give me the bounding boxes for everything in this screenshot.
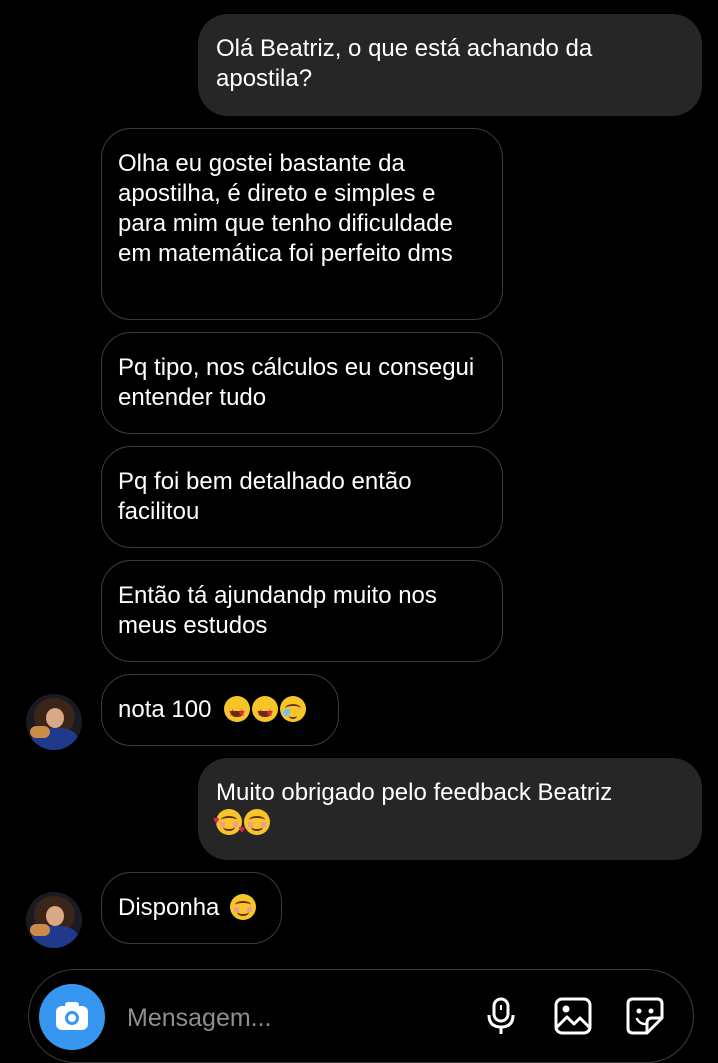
microphone-icon[interactable] [481,996,521,1036]
message-text: Disponha [118,894,220,921]
sticker-icon[interactable] [625,996,665,1036]
message-composer [28,969,694,1063]
message-bubble-received[interactable]: Disponha [101,872,282,944]
message-text: nota 100 [118,696,212,723]
message-bubble-received[interactable]: Pq foi bem detalhado então facilitou [101,446,503,548]
message-text: Pq tipo, nos cálculos eu consegui entend… [118,354,475,411]
message-bubble-received[interactable]: Olha eu gostei bastante da apostilha, é … [101,128,503,320]
holding-back-tears-emoji [280,696,307,722]
message-bubble-received[interactable]: Pq tipo, nos cálculos eu consegui entend… [101,332,503,434]
contact-avatar[interactable] [26,694,82,750]
message-bubble-received[interactable]: Então tá ajundandp muito nos meus estudo… [101,560,503,662]
message-bubble-sent[interactable]: Muito obrigado pelo feedback Beatriz [198,758,702,860]
camera-button[interactable] [39,984,105,1050]
message-text: Olá Beatriz, o que está achando da apost… [216,35,593,92]
contact-avatar[interactable] [26,892,82,948]
smiling-face-emoji [244,809,270,835]
message-bubble-received[interactable]: nota 100 [101,674,339,746]
message-input[interactable] [125,998,459,1038]
message-text: Pq foi bem detalhado então facilitou [118,468,412,525]
star-struck-emoji [224,696,251,729]
message-bubble-sent[interactable]: Olá Beatriz, o que está achando da apost… [198,14,702,116]
gallery-icon[interactable] [553,996,593,1036]
star-struck-emoji [252,696,279,729]
message-text: Muito obrigado pelo feedback Beatriz [216,779,613,806]
message-text: Olha eu gostei bastante da apostilha, é … [118,150,453,267]
message-text: Então tá ajundandp muito nos meus estudo… [118,582,437,639]
smiling-face-emoji [230,894,257,920]
smiling-face-with-hearts-emoji [213,806,245,845]
